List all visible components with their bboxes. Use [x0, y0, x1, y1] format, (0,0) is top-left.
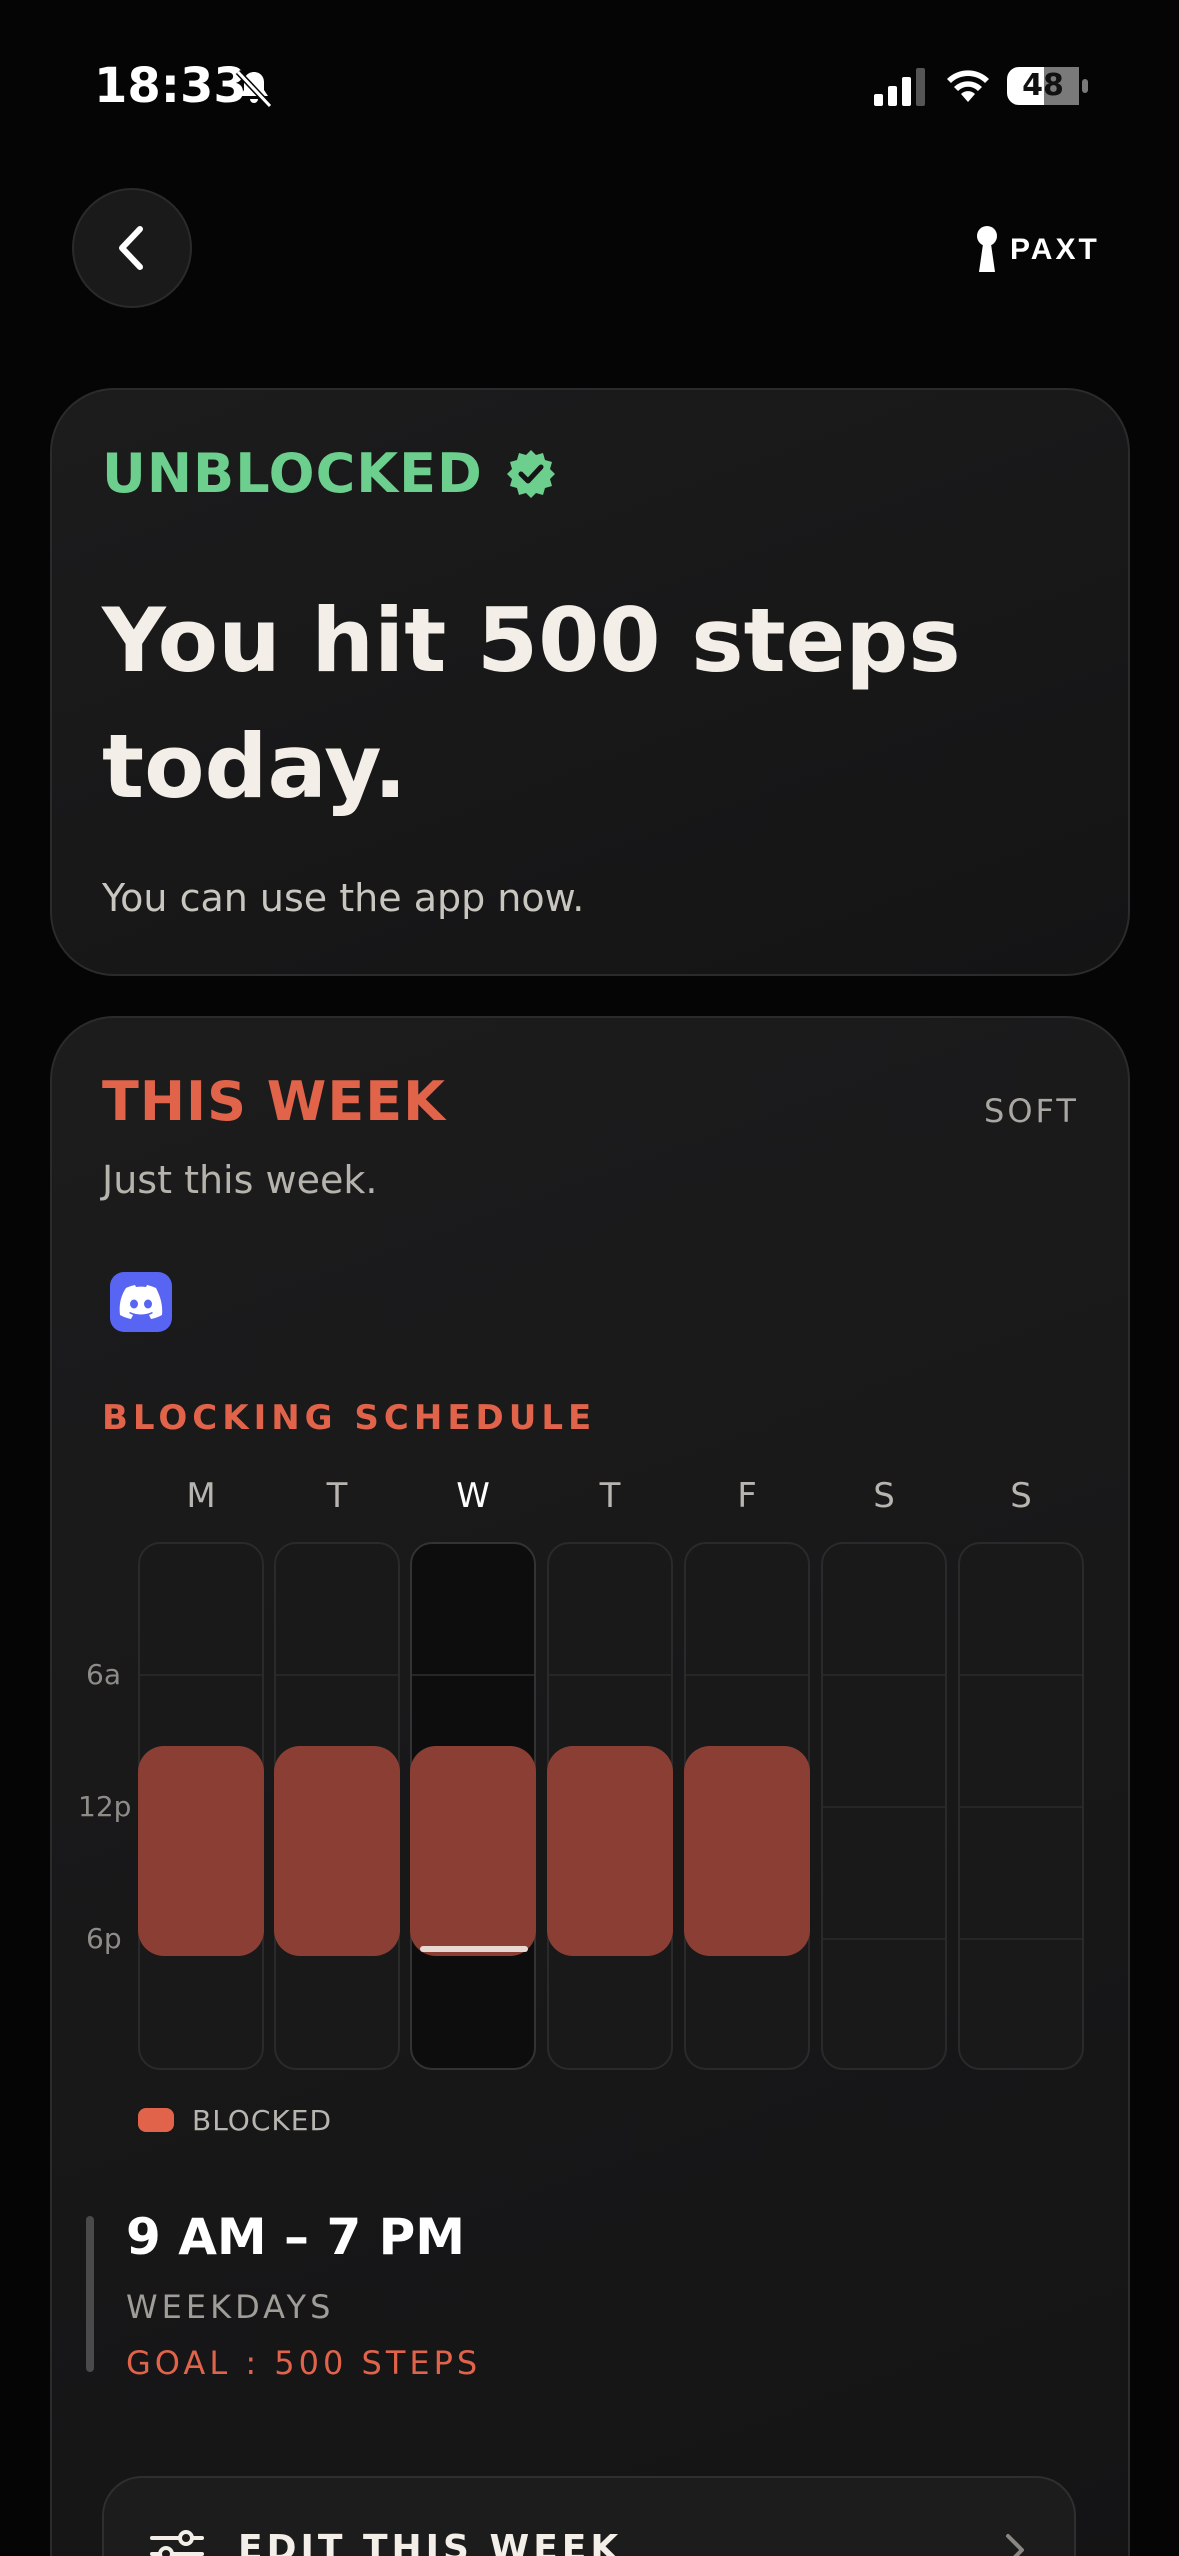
- mode-badge: SOFT: [984, 1092, 1079, 1130]
- week-subtitle: Just this week.: [102, 1158, 378, 1202]
- wifi-icon: [947, 70, 989, 102]
- day-label-sun: S: [1010, 1476, 1032, 1516]
- keyhole-icon: [977, 226, 997, 272]
- bell-slash-icon: [235, 69, 273, 109]
- rule-goal: GOAL : 500 STEPS: [126, 2344, 482, 2382]
- unblocked-subtext: You can use the app now.: [102, 876, 585, 920]
- status-label: UNBLOCKED: [102, 442, 483, 505]
- chevron-right-icon: [1006, 2534, 1024, 2556]
- blocked-block-mon: [138, 1746, 264, 1956]
- status-time: 18:33: [94, 58, 247, 114]
- back-button[interactable]: [72, 188, 192, 308]
- chevron-left-icon: [119, 226, 143, 270]
- rule-accent-bar: [86, 2216, 94, 2372]
- blocked-block-thu: [547, 1746, 673, 1956]
- time-label-6a: 6a: [86, 1658, 121, 1691]
- day-label-wed: W: [456, 1476, 490, 1516]
- battery-level: 48: [1022, 68, 1064, 103]
- brand-logo: PAXT: [974, 224, 1100, 276]
- headline: You hit 500 steps today.: [102, 589, 961, 818]
- schedule-label: BLOCKING SCHEDULE: [102, 1398, 597, 1438]
- legend-swatch: [138, 2108, 174, 2132]
- rule-time-range: 9 AM – 7 PM: [126, 2208, 466, 2266]
- day-label-tue: T: [326, 1476, 348, 1516]
- day-label-sat: S: [873, 1476, 895, 1516]
- rule-days: WEEKDAYS: [126, 2288, 335, 2326]
- sliders-icon: [150, 2530, 204, 2556]
- day-label-fri: F: [737, 1476, 757, 1516]
- day-column-sun[interactable]: [958, 1542, 1084, 2070]
- legend-label: BLOCKED: [192, 2104, 333, 2137]
- day-column-sat[interactable]: [821, 1542, 947, 2070]
- week-title: THIS WEEK: [102, 1070, 446, 1133]
- blocked-block-wed: [410, 1746, 536, 1956]
- day-label-mon: M: [186, 1476, 216, 1516]
- blocked-block-tue: [274, 1746, 400, 1956]
- battery-icon: 48: [1006, 66, 1090, 106]
- signal-icon: [874, 68, 925, 106]
- current-time-indicator: [420, 1946, 528, 1952]
- time-label-12p: 12p: [78, 1790, 132, 1823]
- time-label-6p: 6p: [86, 1922, 122, 1955]
- edit-week-label: EDIT THIS WEEK: [238, 2528, 623, 2556]
- blocked-block-fri: [684, 1746, 810, 1956]
- brand-name: PAXT: [1010, 233, 1100, 266]
- day-label-thu: T: [599, 1476, 621, 1516]
- discord-icon: [110, 1272, 172, 1332]
- verified-badge-icon: [506, 449, 555, 498]
- unblocked-status: UNBLOCKED: [102, 442, 557, 505]
